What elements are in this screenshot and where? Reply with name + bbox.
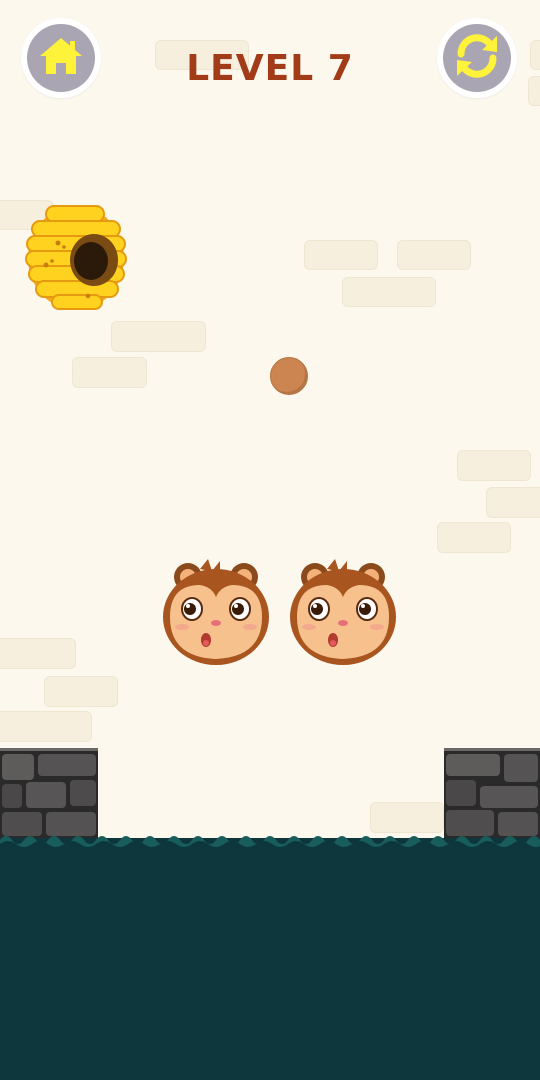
beehive xyxy=(24,203,128,313)
ball[interactable] xyxy=(270,357,308,395)
monkey-character[interactable] xyxy=(287,555,399,667)
water-waves xyxy=(0,826,540,854)
monkey-character[interactable] xyxy=(160,555,272,667)
water xyxy=(0,838,540,1080)
restart-icon xyxy=(451,30,503,86)
restart-button[interactable] xyxy=(437,18,517,98)
